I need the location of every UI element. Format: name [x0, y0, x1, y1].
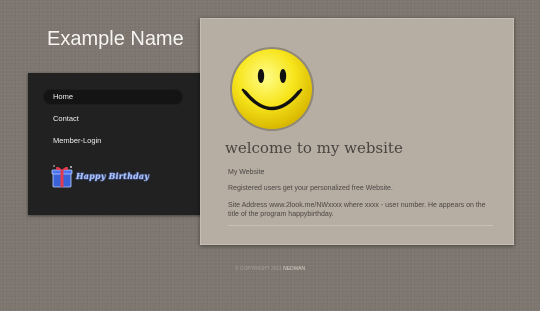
copyright-text: © COPYRIGHT 2011 [234, 266, 282, 272]
registration-text: Registered users get your personalized f… [228, 185, 393, 192]
sidebar: Home Contact Member-Login Happy Birthday [28, 73, 205, 215]
page-heading: welcome to my website [225, 139, 403, 157]
gift-icon [51, 165, 73, 188]
site-address-text: Site Address www.2look.me/NWxxxx where x… [228, 202, 486, 218]
birthday-text: Happy Birthday [76, 171, 150, 181]
footer: © COPYRIGHT 2011 NEDWAN [0, 266, 540, 272]
footer-brand-link[interactable]: NEDWAN [283, 266, 305, 272]
nav-item-home[interactable]: Home [43, 89, 183, 105]
happy-birthday-badge[interactable]: Happy Birthday [50, 163, 170, 189]
content-panel: welcome to my website My Website Registe… [200, 18, 514, 245]
intro-text: My Website [228, 169, 265, 176]
nav-item-contact[interactable]: Contact [43, 111, 183, 127]
smiley-icon [230, 47, 314, 131]
content-divider [228, 225, 493, 226]
site-title: Example Name [47, 28, 184, 50]
nav-item-member-login[interactable]: Member-Login [43, 133, 183, 149]
